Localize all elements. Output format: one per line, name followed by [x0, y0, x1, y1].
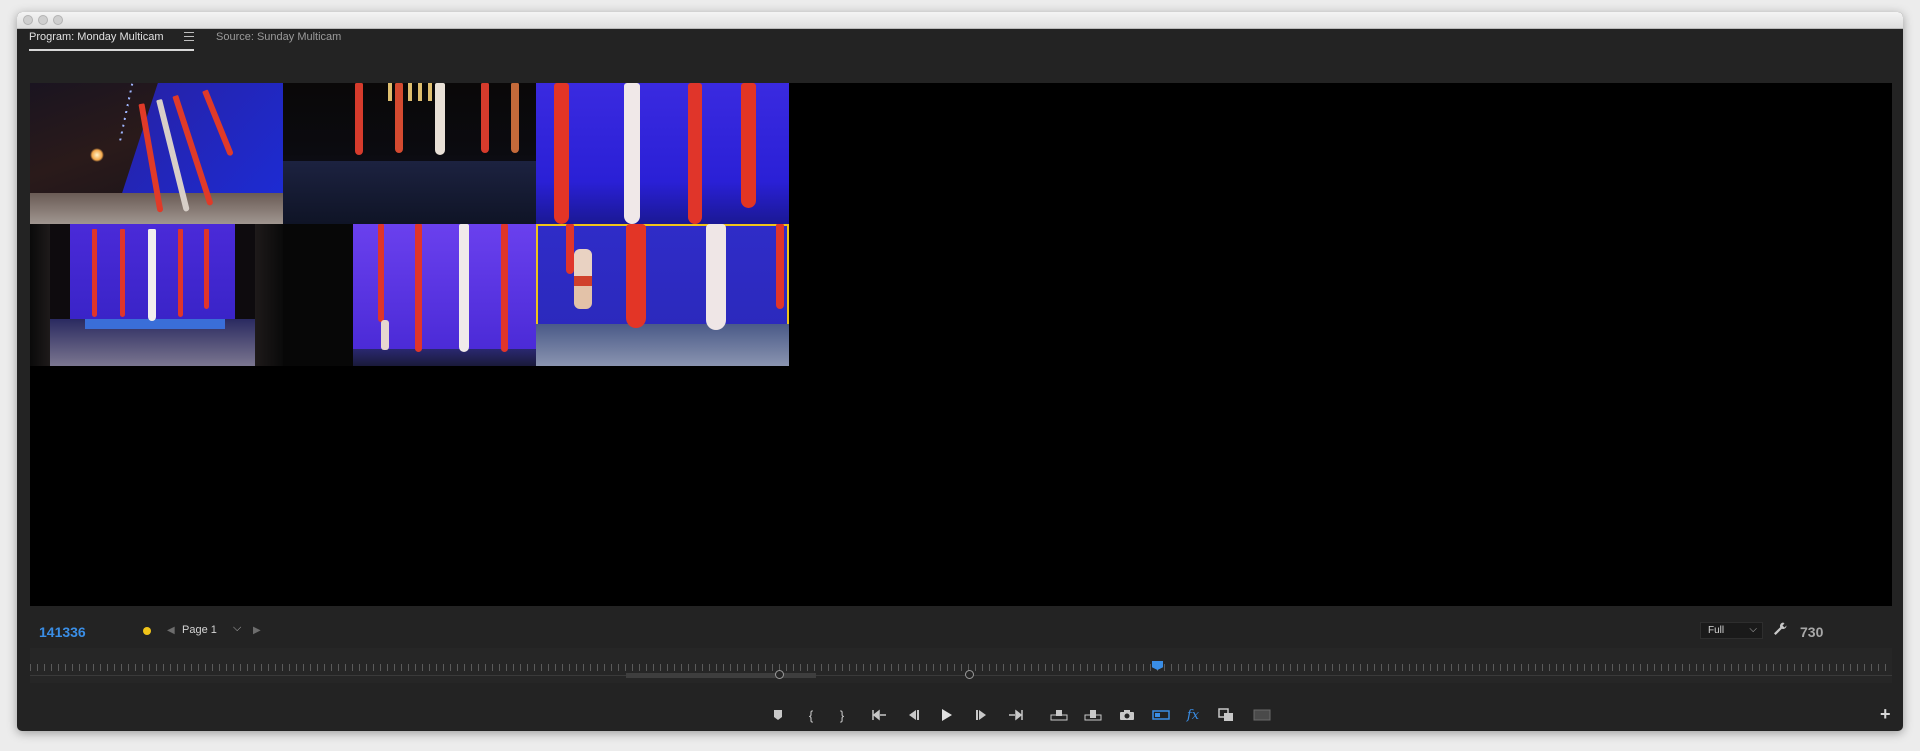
- fx-icon-glyph: fx: [1186, 707, 1200, 723]
- playhead-timecode[interactable]: 141336: [39, 624, 86, 640]
- page-next-icon[interactable]: ▶: [253, 625, 261, 636]
- chevron-down-icon[interactable]: ⌵: [233, 622, 241, 635]
- minimize-window-button[interactable]: [38, 15, 48, 25]
- zoom-level-value: Full: [1708, 625, 1725, 636]
- page-select[interactable]: Page 1: [182, 624, 217, 636]
- ruler-ticks: [30, 664, 1892, 671]
- zoom-level-select[interactable]: Full ⌵: [1700, 622, 1763, 639]
- plus-icon[interactable]: +: [1880, 704, 1891, 725]
- page-prev-icon[interactable]: ◀: [167, 625, 175, 636]
- panel-menu-icon[interactable]: [184, 32, 194, 41]
- play-icon[interactable]: [938, 707, 956, 723]
- tab-source-sunday-multicam[interactable]: Source: Sunday Multicam: [216, 31, 341, 43]
- zoom-start-handle[interactable]: [775, 670, 784, 679]
- camera-angle-5[interactable]: [283, 224, 536, 366]
- program-monitor-window: Program: Monday Multicam Source: Sunday …: [17, 12, 1903, 731]
- export-frame-icon[interactable]: [1118, 707, 1136, 723]
- step-forward-icon[interactable]: [973, 707, 991, 723]
- add-marker-icon[interactable]: [769, 707, 787, 723]
- camera-angle-2[interactable]: [283, 83, 536, 224]
- tab-program-monday-multicam[interactable]: Program: Monday Multicam: [29, 31, 164, 43]
- overwrite-icon[interactable]: [1084, 707, 1102, 723]
- camera-indicator-dot: [143, 627, 151, 635]
- mark-in-icon[interactable]: {: [802, 707, 820, 723]
- go-to-in-icon[interactable]: [870, 707, 888, 723]
- camera-angle-6-selected[interactable]: [536, 224, 789, 366]
- insert-icon[interactable]: [1050, 707, 1068, 723]
- ruler-track: [30, 675, 1892, 676]
- compare-icon[interactable]: [1217, 707, 1235, 723]
- camera-angle-4[interactable]: [30, 224, 283, 366]
- mark-out-icon[interactable]: }: [833, 707, 851, 723]
- zoom-end-handle[interactable]: [965, 670, 974, 679]
- wrench-icon[interactable]: [1772, 621, 1788, 637]
- frame-count: 730: [1800, 624, 1824, 640]
- camera-angle-3[interactable]: [536, 83, 789, 224]
- safe-margins-icon[interactable]: [1253, 707, 1271, 723]
- zoom-window-button[interactable]: [53, 15, 63, 25]
- time-ruler[interactable]: [30, 648, 1892, 683]
- fx-icon[interactable]: fx: [1184, 707, 1202, 723]
- camera-angle-1[interactable]: [30, 83, 283, 224]
- active-tab-underline: [29, 49, 194, 51]
- step-back-icon[interactable]: [904, 707, 922, 723]
- close-window-button[interactable]: [23, 15, 33, 25]
- window-titlebar: [17, 12, 1903, 29]
- program-viewer[interactable]: [30, 83, 1892, 606]
- go-to-out-icon[interactable]: [1007, 707, 1025, 723]
- multicam-icon[interactable]: [1152, 707, 1170, 723]
- chevron-down-icon: ⌵: [1749, 624, 1757, 635]
- zoom-range-bar[interactable]: [626, 673, 816, 678]
